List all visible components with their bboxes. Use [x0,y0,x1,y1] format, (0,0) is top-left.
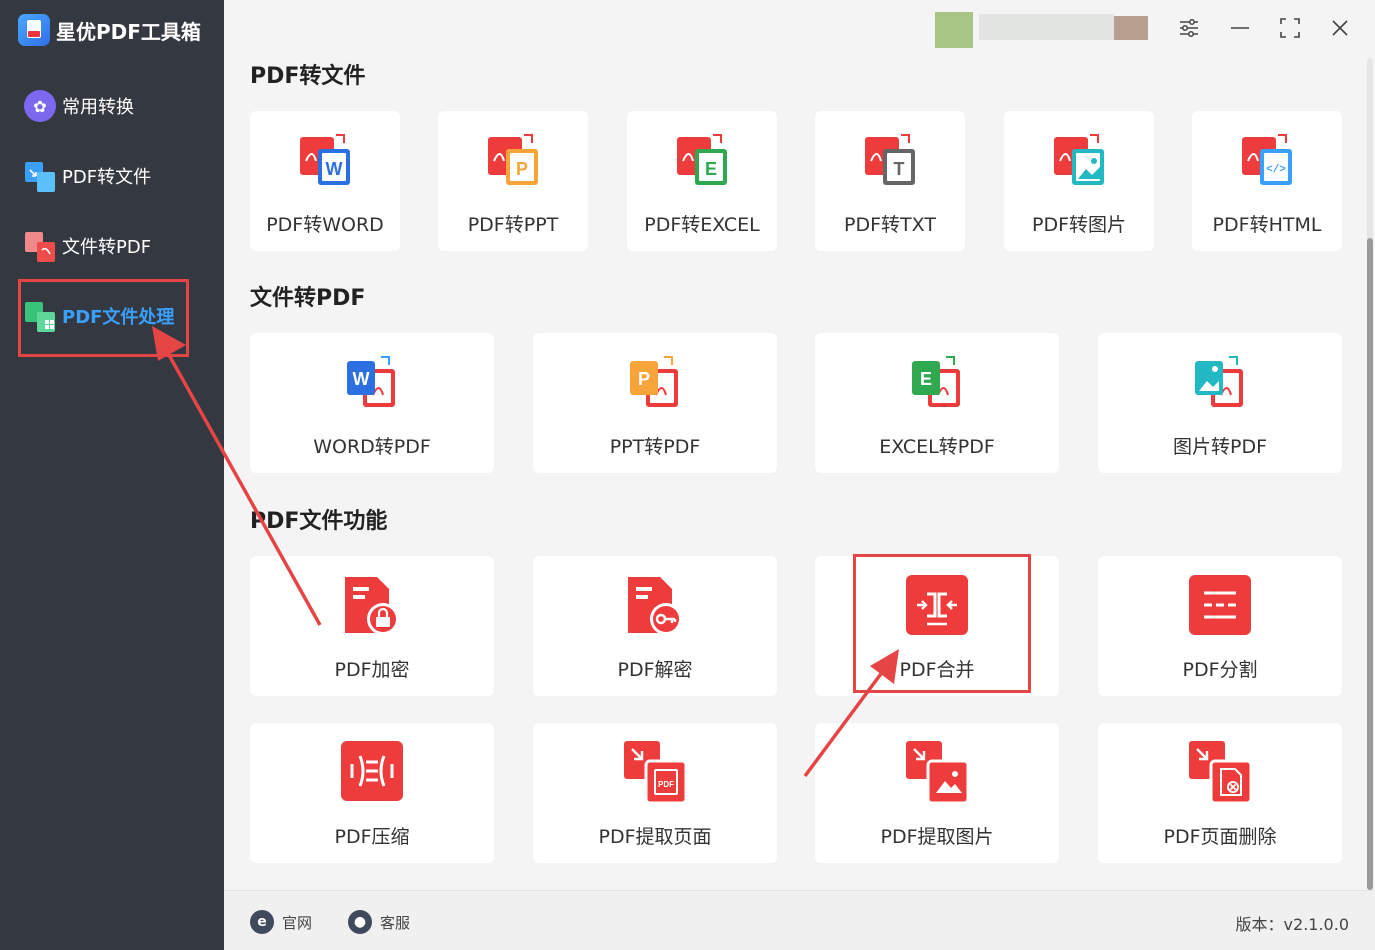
extract-images-icon [906,741,970,805]
version-text: 版本：v2.1.0.0 [1235,915,1349,934]
lock-doc-icon [345,577,399,635]
card-word-to-pdf[interactable]: W WORD转PDF [250,333,494,473]
card-pdf-to-image[interactable]: PDF转图片 [1004,111,1154,251]
app-title: 星优PDF工具箱 [56,19,201,44]
pdf-to-txt-icon: T [865,134,915,185]
svg-text:</>: </> [1266,164,1286,176]
card-pdf-to-word[interactable]: W PDF转WORD [250,111,400,251]
card-label: PDF提取图片 [880,826,994,848]
section-title-pdf-to-file: PDF转文件 [250,64,366,89]
card-label: PDF转HTML [1212,214,1322,236]
svg-text:W: W [326,159,343,179]
word-to-pdf-icon: W [347,356,395,407]
card-pdf-delete-pages[interactable]: PDF页面删除 [1098,723,1342,863]
app-logo: 星优PDF工具箱 [18,14,201,46]
card-label: 图片转PDF [1172,436,1268,458]
extract-pages-icon: PDF [624,741,688,805]
card-pdf-to-ppt[interactable]: P PDF转PPT [438,111,588,251]
pdf-to-excel-icon: E [677,134,727,185]
file-to-pdf-icon [24,230,56,262]
svg-text:T: T [894,159,905,179]
main-content: PDF转文件 W PDF转WORD P PDF转PPT E PDF转EXCEL … [224,0,1375,890]
card-label: PDF加密 [334,659,410,681]
excel-to-pdf-icon: E [912,356,960,407]
svg-text:E: E [705,159,717,179]
scrollbar-thumb[interactable] [1367,238,1373,890]
key-doc-icon [628,577,682,635]
sidebar-item-file-to-pdf[interactable]: 文件转PDF [24,229,151,263]
svg-text:PDF: PDF [658,780,674,789]
pdf-to-html-icon: </> [1242,134,1292,185]
svg-text:E: E [920,369,932,389]
card-pdf-extract-pages[interactable]: PDF PDF提取页面 [533,723,777,863]
card-pdf-to-excel[interactable]: E PDF转EXCEL [627,111,777,251]
sidebar-item-common[interactable]: 常用转换 [24,89,134,123]
sidebar-item-label: 文件转PDF [62,237,152,258]
highlight-box-merge [853,554,1031,693]
card-label: PDF转PPT [467,214,559,236]
card-pdf-encrypt[interactable]: PDF加密 [250,556,494,696]
compress-icon [341,741,403,801]
card-image-to-pdf[interactable]: 图片转PDF [1098,333,1342,473]
svg-text:P: P [516,159,528,179]
footer: e 官网 ● 客服 版本：v2.1.0.0 [224,890,1375,950]
card-label: WORD转PDF [313,436,431,458]
image-to-pdf-icon [1195,356,1243,407]
card-label: PPT转PDF [609,436,701,458]
card-label: PDF解密 [617,659,693,681]
card-pdf-compress[interactable]: PDF压缩 [250,723,494,863]
sidebar-item-pdf-to-file[interactable]: PDF转文件 [24,159,151,193]
website-link[interactable]: e 官网 [250,910,312,934]
common-convert-icon [24,90,56,122]
card-pdf-split[interactable]: PDF分割 [1098,556,1342,696]
card-label: PDF压缩 [334,826,410,848]
split-icon [1189,575,1251,635]
svg-text:W: W [353,369,370,389]
card-label: PDF分割 [1182,659,1258,681]
support-link[interactable]: ● 客服 [348,910,410,934]
card-label: PDF页面删除 [1163,826,1277,848]
sidebar-item-label: PDF转文件 [62,167,152,188]
delete-pages-icon [1189,741,1253,805]
pdf-to-file-icon [24,160,56,192]
vertical-scrollbar[interactable] [1367,58,1373,890]
card-label: PDF转图片 [1031,214,1127,236]
section-title-file-to-pdf: 文件转PDF [250,286,366,311]
sidebar-item-label: 常用转换 [62,97,134,118]
card-pdf-decrypt[interactable]: PDF解密 [533,556,777,696]
sidebar: 星优PDF工具箱 常用转换 PDF转文件 [0,0,224,950]
card-label: PDF转TXT [844,214,936,236]
card-label: PDF转EXCEL [644,214,760,236]
card-pdf-extract-images[interactable]: PDF提取图片 [815,723,1059,863]
svg-text:P: P [638,369,650,389]
card-excel-to-pdf[interactable]: E EXCEL转PDF [815,333,1059,473]
card-pdf-to-txt[interactable]: T PDF转TXT [815,111,965,251]
ppt-to-pdf-icon: P [630,356,678,407]
pdf-to-image-icon [1054,134,1104,185]
highlight-box-sidebar [18,279,189,357]
card-pdf-to-html[interactable]: </> PDF转HTML [1192,111,1342,251]
app-window: 星优PDF工具箱 常用转换 PDF转文件 [0,0,1375,950]
ie-globe-icon: e [250,910,274,934]
section-title-pdf-functions: PDF文件功能 [250,509,388,534]
website-label: 官网 [282,913,313,932]
support-label: 客服 [380,913,411,932]
card-ppt-to-pdf[interactable]: P PPT转PDF [533,333,777,473]
pdf-to-ppt-icon: P [488,134,538,185]
card-label: PDF提取页面 [598,826,712,848]
card-label: EXCEL转PDF [879,436,995,458]
app-logo-icon [18,14,50,46]
pdf-to-word-icon: W [300,134,350,185]
card-label: PDF转WORD [266,214,384,236]
chat-bubble-icon: ● [348,910,372,934]
